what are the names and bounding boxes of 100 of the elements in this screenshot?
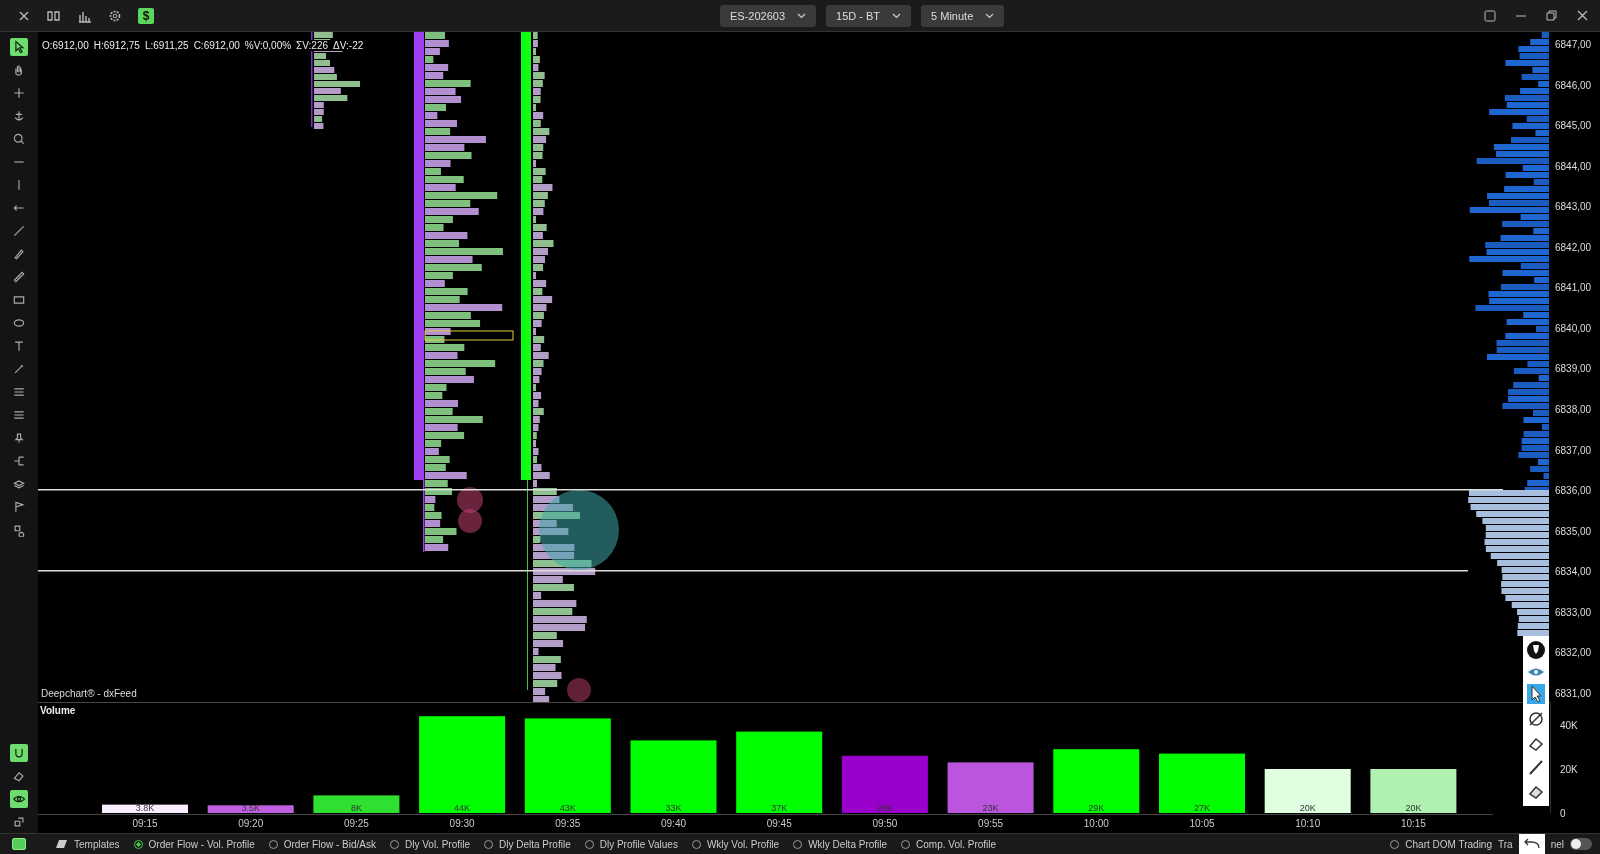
profile-tab[interactable]: Chart DOM Trading bbox=[1390, 838, 1492, 850]
panel-icon[interactable] bbox=[12, 838, 26, 850]
text-tool-icon bbox=[12, 339, 26, 353]
eraser-icon bbox=[12, 769, 26, 783]
price-label: 6836,00 bbox=[1555, 485, 1592, 497]
price-label: 6845,00 bbox=[1555, 120, 1592, 132]
profile-tab[interactable]: Comp. Vol. Profile bbox=[901, 838, 997, 850]
minimize-icon[interactable] bbox=[1516, 14, 1526, 17]
layout-icon[interactable] bbox=[46, 8, 62, 23]
caret-icon bbox=[985, 12, 995, 19]
bar-value-label: 27K bbox=[1194, 803, 1210, 813]
x-tick-label: 10:15 bbox=[1400, 818, 1426, 829]
tool-button[interactable] bbox=[10, 38, 28, 56]
profile-tab[interactable]: Wkly Delta Profile bbox=[793, 838, 888, 850]
bar-value-label: 37K bbox=[771, 803, 788, 813]
price-label: 6837,00 bbox=[1555, 444, 1592, 456]
price-label: 6832,00 bbox=[1555, 647, 1592, 659]
templates-button[interactable]: Templates bbox=[56, 838, 120, 850]
clone-icon bbox=[12, 815, 26, 829]
close-icon[interactable] bbox=[1577, 10, 1588, 21]
x-tick-label: 09:30 bbox=[449, 818, 475, 829]
ohlc-value: O:6912,00 bbox=[42, 40, 89, 51]
profile-tab[interactable]: Dly Vol. Profile bbox=[390, 838, 470, 850]
ohlc-value: ΣV:226 bbox=[296, 40, 329, 51]
cursor-icon bbox=[12, 40, 26, 54]
x-tick-label: 10:05 bbox=[1189, 818, 1215, 829]
search-icon bbox=[12, 132, 26, 146]
dropdown[interactable]: 15D - BT bbox=[826, 4, 912, 27]
profile-tab[interactable]: Dly Profile Values bbox=[584, 838, 678, 850]
ohlc-value: C:6912,00 bbox=[193, 40, 240, 51]
caret-icon bbox=[892, 12, 902, 19]
panel-label: nel bbox=[1550, 838, 1564, 850]
price-label: 6847,00 bbox=[1555, 39, 1592, 50]
panel-label: Tra bbox=[1498, 838, 1513, 850]
dollar-button[interactable]: $ bbox=[138, 7, 154, 24]
bar-value-label: 23K bbox=[982, 803, 999, 813]
restore-icon[interactable] bbox=[1546, 10, 1557, 21]
dropdown[interactable]: 5 Minute bbox=[921, 4, 1005, 27]
anchor-icon bbox=[12, 109, 26, 123]
bar-value-label: 3.8K bbox=[135, 803, 155, 813]
tool-button[interactable] bbox=[10, 790, 28, 808]
layers-icon bbox=[12, 477, 26, 491]
x-tick-label: 10:00 bbox=[1083, 818, 1109, 829]
close-icon[interactable] bbox=[18, 9, 30, 22]
price-label: 6839,00 bbox=[1555, 363, 1592, 375]
price-label: 6841,00 bbox=[1555, 282, 1592, 294]
profile-tab[interactable]: Dly Delta Profile bbox=[484, 838, 571, 850]
price-label: 6846,00 bbox=[1555, 79, 1592, 91]
flag-icon bbox=[12, 500, 26, 514]
cursor-icon[interactable] bbox=[1527, 684, 1545, 704]
ohlc-value: %V:0,00% bbox=[244, 40, 292, 51]
bar-value-label: 20K bbox=[1299, 803, 1316, 813]
trend-line-icon bbox=[12, 224, 26, 238]
x-tick-label: 09:20 bbox=[238, 818, 264, 829]
dropdown[interactable]: ES-202603 bbox=[720, 4, 817, 27]
magnet-icon bbox=[12, 746, 26, 760]
toggle-switch[interactable] bbox=[1570, 838, 1592, 850]
profile-tab[interactable]: Order Flow - Vol. Profile bbox=[133, 838, 255, 850]
settings-icon[interactable] bbox=[108, 8, 122, 23]
profile-tab[interactable]: Order Flow - Bid/Ask bbox=[268, 838, 376, 850]
bar-value-label: 8K bbox=[350, 803, 362, 813]
bar-value-label: 33K bbox=[665, 803, 682, 813]
price-label: 6833,00 bbox=[1555, 606, 1592, 618]
x-tick-label: 09:40 bbox=[661, 818, 686, 829]
eye-icon[interactable] bbox=[1527, 666, 1545, 678]
price-label: 6834,00 bbox=[1555, 566, 1592, 578]
x-tick-label: 10:10 bbox=[1295, 818, 1321, 829]
crosshair-icon bbox=[12, 86, 26, 100]
tool-button[interactable] bbox=[10, 744, 28, 762]
price-label: 6840,00 bbox=[1555, 322, 1592, 334]
pitchfork-icon bbox=[12, 454, 26, 468]
pen-icon bbox=[12, 247, 26, 261]
price-line[interactable] bbox=[38, 489, 1503, 491]
bar-value-label: 26K bbox=[876, 803, 893, 813]
chart-title: Volume bbox=[40, 705, 76, 716]
no-sign-icon[interactable] bbox=[1527, 710, 1545, 728]
pen-nib-icon[interactable] bbox=[1526, 640, 1546, 660]
bar-value-label: 20K bbox=[1405, 803, 1422, 813]
profile-tab[interactable]: Wkly Vol. Profile bbox=[691, 838, 780, 850]
x-tick-label: 09:25 bbox=[343, 818, 369, 829]
price-label: 6838,00 bbox=[1555, 404, 1592, 416]
pin-icon bbox=[12, 431, 26, 445]
bar-value-label: 29K bbox=[1088, 803, 1105, 813]
lines-icon bbox=[12, 408, 26, 422]
window-icon[interactable] bbox=[1484, 9, 1496, 22]
x-tick-label: 09:15 bbox=[132, 818, 158, 829]
templates-icon bbox=[56, 839, 68, 849]
caret-icon bbox=[797, 12, 807, 19]
bar-value-label: 43K bbox=[559, 803, 576, 813]
x-tick-label: 09:45 bbox=[766, 818, 792, 829]
price-label: 6842,00 bbox=[1555, 241, 1592, 253]
line-icon[interactable] bbox=[1527, 758, 1545, 776]
y-tick-label: 0 bbox=[1560, 808, 1566, 819]
lines-icon bbox=[12, 385, 26, 399]
price-line[interactable] bbox=[38, 570, 1468, 572]
y-tick-label: 40K bbox=[1560, 720, 1578, 731]
price-label: 6843,00 bbox=[1555, 201, 1592, 213]
radio-button[interactable] bbox=[133, 839, 143, 849]
ruler-icon bbox=[12, 270, 26, 284]
x-tick-label: 09:35 bbox=[555, 818, 581, 829]
